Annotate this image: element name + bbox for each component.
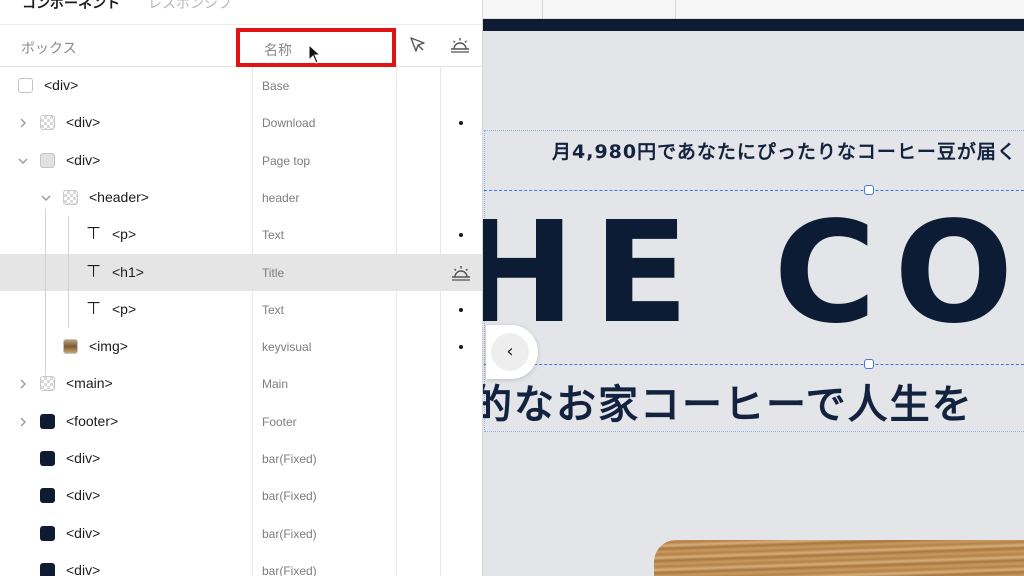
layer-row[interactable]: ⊤ <p> Text	[0, 291, 482, 328]
chevron-right-icon[interactable]	[18, 115, 28, 128]
layer-name[interactable]: Download	[262, 116, 315, 130]
layer-row[interactable]: ⊤ <h1> Title	[0, 253, 482, 291]
layer-name[interactable]: bar(Fixed)	[262, 527, 317, 541]
keyvisual-image[interactable]	[654, 540, 1024, 576]
text-icon: ⊤	[86, 224, 101, 245]
layer-name[interactable]: Text	[262, 303, 284, 317]
name-column-header[interactable]: 名称	[264, 40, 292, 60]
navy-square-icon	[40, 562, 55, 576]
checker-square-icon	[40, 115, 55, 131]
tab-components[interactable]: コンポーネント	[22, 0, 120, 13]
text-icon: ⊤	[86, 261, 101, 282]
collapse-panel-button[interactable]: ‹	[486, 325, 538, 379]
layer-row[interactable]: <div> bar(Fixed)	[0, 515, 482, 552]
chevron-down-icon[interactable]	[18, 153, 28, 164]
layer-row[interactable]: <div> bar(Fixed)	[0, 477, 482, 514]
layer-name[interactable]: keyvisual	[262, 340, 311, 354]
layer-tag: <main>	[66, 375, 113, 392]
page-header-band	[482, 19, 1024, 31]
layer-row[interactable]: <div> Base	[0, 67, 482, 104]
tree-guide-line	[45, 208, 46, 376]
layer-name[interactable]: bar(Fixed)	[262, 452, 317, 466]
layer-row[interactable]: <header> header	[0, 179, 482, 216]
visibility-dot-icon[interactable]	[459, 345, 463, 350]
app-window: 月4,980円であなたにぴったりなコーヒー豆が届く HE COF 的なお家コーヒ…	[0, 0, 1024, 576]
layer-row[interactable]: <div> Download	[0, 104, 482, 141]
layer-name[interactable]: Page top	[262, 154, 310, 168]
visibility-dot-icon[interactable]	[459, 121, 463, 126]
navy-square-icon	[40, 413, 55, 429]
layer-tag: <p>	[112, 226, 137, 243]
box-column-header: ボックス	[21, 40, 77, 56]
navy-square-icon	[40, 525, 55, 541]
chevron-right-icon[interactable]	[18, 376, 28, 389]
layer-name[interactable]: Main	[262, 377, 288, 391]
selection-guide-bottom	[484, 364, 1024, 365]
layer-name[interactable]: header	[262, 191, 299, 205]
layer-tag: <div>	[66, 487, 101, 504]
layer-tag: <div>	[66, 524, 101, 541]
gray-square-icon	[40, 152, 55, 168]
header-title[interactable]: HE COF	[482, 194, 1024, 354]
checker-square-icon	[63, 189, 78, 205]
visibility-dot-icon[interactable]	[459, 307, 463, 312]
checker-square-icon	[40, 376, 55, 392]
layer-name[interactable]: Base	[262, 79, 289, 93]
empty-square-icon	[18, 78, 33, 93]
header-tagline[interactable]: 月4,980円であなたにぴったりなコーヒー豆が届く	[552, 137, 1017, 164]
navy-square-icon	[40, 488, 55, 504]
layer-row[interactable]: <div> bar(Fixed)	[0, 440, 482, 477]
layer-row[interactable]: <img> keyvisual	[0, 328, 482, 365]
layer-tag: <img>	[89, 338, 128, 355]
layer-row[interactable]: <main> Main	[0, 365, 482, 402]
tab-responsive[interactable]: レスポンシブ	[148, 0, 232, 13]
layer-tag: <div>	[44, 77, 79, 93]
sun-icon[interactable]	[450, 36, 470, 54]
image-icon	[63, 339, 78, 355]
panel-tabs: コンポーネント レスポンシブ	[0, 0, 482, 24]
canvas-toolbar	[482, 0, 1024, 19]
layer-tag: <div>	[66, 151, 101, 168]
header-subtitle[interactable]: 的なお家コーヒーで人生を	[482, 372, 974, 430]
layer-tag: <header>	[89, 188, 149, 205]
layer-name[interactable]: Text	[262, 228, 284, 242]
layer-tag: <p>	[112, 300, 137, 317]
canvas-preview[interactable]: 月4,980円であなたにぴったりなコーヒー豆が届く HE COF 的なお家コーヒ…	[482, 0, 1024, 576]
layer-row[interactable]: ⊤ <p> Text	[0, 216, 482, 253]
layer-row[interactable]: <div> Page top	[0, 142, 482, 179]
layer-name[interactable]: Footer	[262, 415, 297, 429]
layer-panel: コンポーネント レスポンシブ ボックス 名称 <div> Base <div> Dow…	[0, 0, 483, 576]
layer-tag: <div>	[66, 450, 101, 466]
mouse-cursor-icon	[308, 44, 322, 64]
toolbar-divider	[675, 0, 676, 19]
layer-name[interactable]: bar(Fixed)	[262, 564, 317, 576]
visibility-dot-icon[interactable]	[459, 233, 463, 238]
navy-square-icon	[40, 451, 55, 466]
layer-name[interactable]: Title	[262, 266, 284, 280]
tree-guide-line	[68, 216, 69, 329]
sun-icon[interactable]	[451, 264, 471, 282]
chevron-right-icon[interactable]	[18, 414, 28, 427]
selection-guide-top	[484, 190, 1024, 191]
chevron-down-icon[interactable]	[41, 190, 51, 201]
layer-row[interactable]: <div> bar(Fixed)	[0, 552, 482, 576]
chevron-left-icon[interactable]: ‹	[491, 333, 529, 371]
layer-tag: <div>	[66, 561, 101, 576]
layer-row[interactable]: <footer> Footer	[0, 403, 482, 440]
pointer-icon[interactable]	[409, 36, 427, 54]
layer-name[interactable]: bar(Fixed)	[262, 489, 317, 503]
layer-tag: <h1>	[112, 263, 144, 280]
resize-handle-bottom[interactable]	[864, 359, 874, 369]
text-icon: ⊤	[86, 298, 101, 319]
layer-tag: <footer>	[66, 412, 119, 429]
layer-tag: <div>	[66, 114, 101, 131]
toolbar-divider	[542, 0, 543, 19]
